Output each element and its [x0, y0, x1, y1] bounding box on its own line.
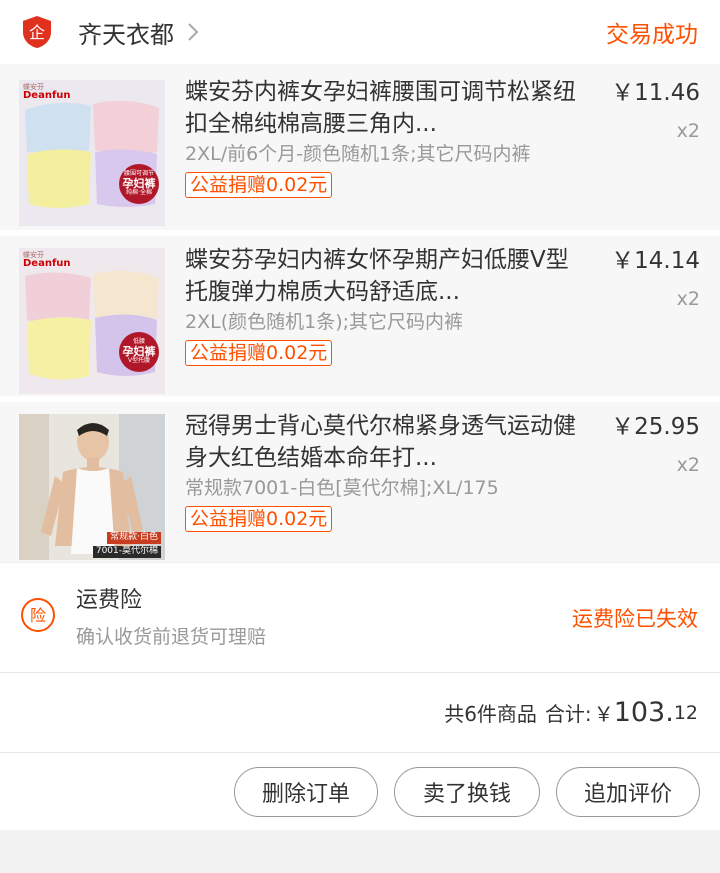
thumb-caption: 7001-莫代尔棉 — [92, 546, 161, 558]
svg-text:企: 企 — [29, 23, 45, 42]
order-status: 交易成功 — [606, 22, 698, 48]
item-sku: 2XL(颜色随机1条);其它尺码内裤 — [185, 311, 464, 333]
list-item[interactable]: 蝶安芬 Deanfun 低腰 孕妇裤 V型托腹 蝶安芬孕妇内裤女怀孕期产妇低腰V… — [0, 230, 720, 396]
item-title[interactable]: 蝶安芬内裤女孕妇裤腰围可调节松紧纽扣全棉纯棉高腰三角内... — [185, 76, 582, 140]
list-item[interactable]: 蝶安芬 Deanfun 腰围可调节 孕妇裤 纯棉·全棉 蝶安芬内裤女孕妇裤腰围可… — [0, 64, 720, 230]
price-column: ￥25.95 x2 — [590, 414, 700, 562]
product-thumbnail[interactable]: 蝶安芬 Deanfun 腰围可调节 孕妇裤 纯棉·全棉 — [19, 80, 165, 226]
insurance-texts: 运费险 确认收货前退货可理赔 — [76, 586, 572, 650]
item-price: ￥25.95 — [611, 414, 700, 440]
item-info: 蝶安芬内裤女孕妇裤腰围可调节松紧纽扣全棉纯棉高腰三角内... 2XL/前6个月-… — [185, 79, 582, 230]
shop-name[interactable]: 齐天衣都 — [78, 15, 174, 50]
item-info: 冠得男士背心莫代尔棉紧身透气运动健身大红色结婚本命年打... 常规款7001-白… — [185, 413, 582, 562]
chevron-right-icon — [186, 23, 204, 41]
product-thumbnail[interactable]: 蝶安芬 Deanfun 低腰 孕妇裤 V型托腹 — [19, 248, 165, 394]
insurance-title: 运费险 — [76, 587, 143, 613]
enterprise-shop-icon: 企 — [20, 15, 54, 49]
item-title[interactable]: 蝶安芬孕妇内裤女怀孕期产妇低腰V型托腹弹力棉质大码舒适底... — [185, 244, 582, 308]
list-item[interactable]: 常规款·白色 7001-莫代尔棉 冠得男士背心莫代尔棉紧身透气运动健身大红色结婚… — [0, 396, 720, 562]
shipping-insurance-icon: 险 — [20, 597, 56, 633]
total-integer: 103. — [613, 697, 674, 728]
page-bottom — [0, 830, 720, 840]
item-title[interactable]: 冠得男士背心莫代尔棉紧身透气运动健身大红色结婚本命年打... — [185, 410, 582, 474]
item-quantity: x2 — [676, 120, 700, 142]
currency-symbol: ￥ — [593, 702, 614, 726]
charity-badge: 公益捐赠0.02元 — [185, 506, 333, 532]
item-quantity: x2 — [676, 288, 700, 310]
shipping-insurance[interactable]: 险 运费险 确认收货前退货可理赔 运费险已失效 — [0, 562, 720, 672]
delete-order-button[interactable]: 删除订单 — [234, 766, 378, 817]
thumb-brand: 蝶安芬 Deanfun — [23, 251, 71, 270]
order-summary: 共6件商品 合计: ￥ 103. 12 — [0, 672, 720, 752]
insurance-status: 运费险已失效 — [572, 606, 698, 631]
resell-button[interactable]: 卖了换钱 — [394, 766, 540, 817]
item-list: 蝶安芬 Deanfun 腰围可调节 孕妇裤 纯棉·全棉 蝶安芬内裤女孕妇裤腰围可… — [0, 64, 720, 562]
price-column: ￥11.46 x2 — [590, 80, 700, 230]
add-review-button[interactable]: 追加评价 — [556, 766, 700, 817]
svg-text:险: 险 — [30, 606, 46, 625]
item-sku: 常规款7001-白色[莫代尔棉];XL/175 — [185, 477, 499, 499]
thumb-tag: 腰围可调节 孕妇裤 纯棉·全棉 — [119, 164, 159, 204]
charity-badge: 公益捐赠0.02元 — [185, 340, 333, 366]
thumb-tag: 低腰 孕妇裤 V型托腹 — [119, 332, 159, 372]
total-decimal: 12 — [673, 701, 698, 724]
shop-header[interactable]: 企 齐天衣都 交易成功 — [0, 0, 720, 64]
total-label: 合计: — [544, 702, 592, 726]
item-price: ￥14.14 — [611, 248, 700, 274]
item-quantity: x2 — [676, 454, 700, 476]
thumb-caption: 常规款·白色 — [107, 532, 161, 544]
order-actions: 删除订单 卖了换钱 追加评价 — [0, 752, 720, 830]
order-card: 企 齐天衣都 交易成功 蝶安芬 Deanfun 腰围可调节 孕妇裤 纯棉·全棉 … — [0, 0, 720, 830]
product-thumbnail[interactable]: 常规款·白色 7001-莫代尔棉 — [19, 414, 165, 560]
item-sku: 2XL/前6个月-颜色随机1条;其它尺码内裤 — [185, 143, 531, 165]
price-column: ￥14.14 x2 — [590, 248, 700, 396]
insurance-desc: 确认收货前退货可理赔 — [76, 625, 267, 648]
item-price: ￥11.46 — [611, 80, 700, 106]
charity-badge: 公益捐赠0.02元 — [185, 172, 333, 198]
thumb-brand: 蝶安芬 Deanfun — [23, 83, 71, 102]
item-count: 共6件商品 — [444, 702, 537, 726]
item-info: 蝶安芬孕妇内裤女怀孕期产妇低腰V型托腹弹力棉质大码舒适底... 2XL(颜色随机… — [185, 247, 582, 396]
